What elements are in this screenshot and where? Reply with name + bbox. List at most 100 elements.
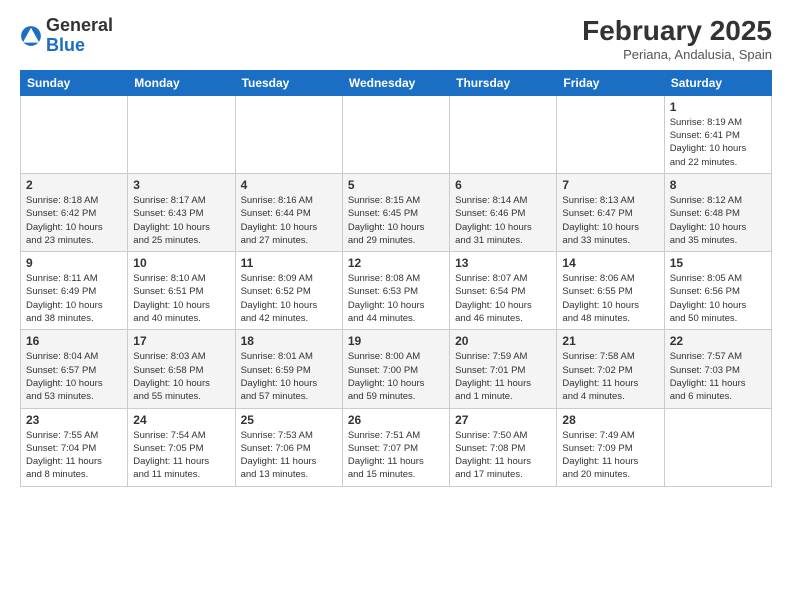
day-header-wednesday: Wednesday [342,70,449,95]
calendar-week-row: 9 Sunrise: 8:11 AM Sunset: 6:49 PM Daylig… [21,252,772,330]
day-info: Sunrise: 8:07 AM Sunset: 6:54 PM Dayligh… [455,272,551,325]
day-info: Sunrise: 7:57 AM Sunset: 7:03 PM Dayligh… [670,350,766,403]
calendar-cell [664,408,771,486]
day-info: Sunrise: 8:16 AM Sunset: 6:44 PM Dayligh… [241,194,337,247]
day-header-friday: Friday [557,70,664,95]
calendar-cell: 10 Sunrise: 8:10 AM Sunset: 6:51 PM Dayli… [128,252,235,330]
calendar-cell [450,95,557,173]
day-info: Sunrise: 7:50 AM Sunset: 7:08 PM Dayligh… [455,429,551,482]
calendar-cell: 7 Sunrise: 8:13 AM Sunset: 6:47 PM Daylig… [557,173,664,251]
day-number: 15 [670,256,766,270]
day-number: 1 [670,100,766,114]
calendar-cell: 22 Sunrise: 7:57 AM Sunset: 7:03 PM Dayli… [664,330,771,408]
day-info: Sunrise: 7:54 AM Sunset: 7:05 PM Dayligh… [133,429,229,482]
day-info: Sunrise: 7:59 AM Sunset: 7:01 PM Dayligh… [455,350,551,403]
calendar-week-row: 16 Sunrise: 8:04 AM Sunset: 6:57 PM Dayli… [21,330,772,408]
day-info: Sunrise: 8:01 AM Sunset: 6:59 PM Dayligh… [241,350,337,403]
day-number: 12 [348,256,444,270]
day-number: 2 [26,178,122,192]
calendar-cell: 1 Sunrise: 8:19 AM Sunset: 6:41 PM Daylig… [664,95,771,173]
day-number: 18 [241,334,337,348]
day-info: Sunrise: 7:53 AM Sunset: 7:06 PM Dayligh… [241,429,337,482]
calendar-header-row: SundayMondayTuesdayWednesdayThursdayFrid… [21,70,772,95]
calendar-week-row: 1 Sunrise: 8:19 AM Sunset: 6:41 PM Daylig… [21,95,772,173]
calendar-cell: 16 Sunrise: 8:04 AM Sunset: 6:57 PM Dayli… [21,330,128,408]
day-number: 3 [133,178,229,192]
day-info: Sunrise: 7:58 AM Sunset: 7:02 PM Dayligh… [562,350,658,403]
calendar-cell: 20Sunrise: 7:59 AM Sunset: 7:01 PM Dayli… [450,330,557,408]
calendar-cell: 12 Sunrise: 8:08 AM Sunset: 6:53 PM Dayli… [342,252,449,330]
day-number: 4 [241,178,337,192]
day-info: Sunrise: 7:51 AM Sunset: 7:07 PM Dayligh… [348,429,444,482]
day-number: 6 [455,178,551,192]
day-number: 24 [133,413,229,427]
day-number: 8 [670,178,766,192]
day-number: 23 [26,413,122,427]
logo-icon [20,25,42,47]
calendar-cell: 23 Sunrise: 7:55 AM Sunset: 7:04 PM Dayli… [21,408,128,486]
day-number: 22 [670,334,766,348]
calendar-cell: 25 Sunrise: 7:53 AM Sunset: 7:06 PM Dayli… [235,408,342,486]
day-number: 11 [241,256,337,270]
day-info: Sunrise: 7:55 AM Sunset: 7:04 PM Dayligh… [26,429,122,482]
day-info: Sunrise: 8:10 AM Sunset: 6:51 PM Dayligh… [133,272,229,325]
calendar-cell: 26 Sunrise: 7:51 AM Sunset: 7:07 PM Dayli… [342,408,449,486]
day-number: 27 [455,413,551,427]
day-number: 26 [348,413,444,427]
day-number: 28 [562,413,658,427]
day-number: 21 [562,334,658,348]
title-block: February 2025 Periana, Andalusia, Spain [582,16,772,62]
day-header-sunday: Sunday [21,70,128,95]
day-info: Sunrise: 7:49 AM Sunset: 7:09 PM Dayligh… [562,429,658,482]
month-year: February 2025 [582,16,772,47]
calendar-cell [235,95,342,173]
calendar-cell: 27 Sunrise: 7:50 AM Sunset: 7:08 PM Dayli… [450,408,557,486]
calendar-cell: 2Sunrise: 8:18 AM Sunset: 6:42 PM Daylig… [21,173,128,251]
day-info: Sunrise: 8:15 AM Sunset: 6:45 PM Dayligh… [348,194,444,247]
logo-blue: Blue [46,35,85,55]
day-info: Sunrise: 8:14 AM Sunset: 6:46 PM Dayligh… [455,194,551,247]
day-info: Sunrise: 8:08 AM Sunset: 6:53 PM Dayligh… [348,272,444,325]
calendar-cell: 5Sunrise: 8:15 AM Sunset: 6:45 PM Daylig… [342,173,449,251]
day-info: Sunrise: 8:12 AM Sunset: 6:48 PM Dayligh… [670,194,766,247]
day-header-saturday: Saturday [664,70,771,95]
calendar-cell: 8 Sunrise: 8:12 AM Sunset: 6:48 PM Daylig… [664,173,771,251]
day-number: 17 [133,334,229,348]
logo-general: General [46,15,113,35]
calendar-cell: 18 Sunrise: 8:01 AM Sunset: 6:59 PM Dayli… [235,330,342,408]
day-header-tuesday: Tuesday [235,70,342,95]
calendar-week-row: 23 Sunrise: 7:55 AM Sunset: 7:04 PM Dayli… [21,408,772,486]
calendar-cell: 11 Sunrise: 8:09 AM Sunset: 6:52 PM Dayli… [235,252,342,330]
day-info: Sunrise: 8:19 AM Sunset: 6:41 PM Dayligh… [670,116,766,169]
day-number: 10 [133,256,229,270]
day-info: Sunrise: 8:03 AM Sunset: 6:58 PM Dayligh… [133,350,229,403]
calendar: SundayMondayTuesdayWednesdayThursdayFrid… [20,70,772,487]
day-info: Sunrise: 8:17 AM Sunset: 6:43 PM Dayligh… [133,194,229,247]
day-info: Sunrise: 8:05 AM Sunset: 6:56 PM Dayligh… [670,272,766,325]
day-info: Sunrise: 8:11 AM Sunset: 6:49 PM Dayligh… [26,272,122,325]
day-number: 16 [26,334,122,348]
day-number: 14 [562,256,658,270]
day-number: 19 [348,334,444,348]
calendar-cell: 24 Sunrise: 7:54 AM Sunset: 7:05 PM Dayli… [128,408,235,486]
day-number: 25 [241,413,337,427]
calendar-cell: 13 Sunrise: 8:07 AM Sunset: 6:54 PM Dayli… [450,252,557,330]
calendar-cell [342,95,449,173]
day-number: 7 [562,178,658,192]
day-info: Sunrise: 8:04 AM Sunset: 6:57 PM Dayligh… [26,350,122,403]
calendar-cell: 4 Sunrise: 8:16 AM Sunset: 6:44 PM Daylig… [235,173,342,251]
day-header-thursday: Thursday [450,70,557,95]
calendar-cell: 28 Sunrise: 7:49 AM Sunset: 7:09 PM Dayli… [557,408,664,486]
day-info: Sunrise: 8:00 AM Sunset: 7:00 PM Dayligh… [348,350,444,403]
calendar-cell: 14Sunrise: 8:06 AM Sunset: 6:55 PM Dayli… [557,252,664,330]
calendar-cell: 9 Sunrise: 8:11 AM Sunset: 6:49 PM Daylig… [21,252,128,330]
day-info: Sunrise: 8:09 AM Sunset: 6:52 PM Dayligh… [241,272,337,325]
calendar-cell: 15 Sunrise: 8:05 AM Sunset: 6:56 PM Dayli… [664,252,771,330]
day-number: 9 [26,256,122,270]
calendar-cell [21,95,128,173]
day-number: 13 [455,256,551,270]
calendar-cell [557,95,664,173]
day-info: Sunrise: 8:13 AM Sunset: 6:47 PM Dayligh… [562,194,658,247]
logo: General Blue [20,16,113,56]
header: General Blue February 2025 Periana, Anda… [20,16,772,62]
